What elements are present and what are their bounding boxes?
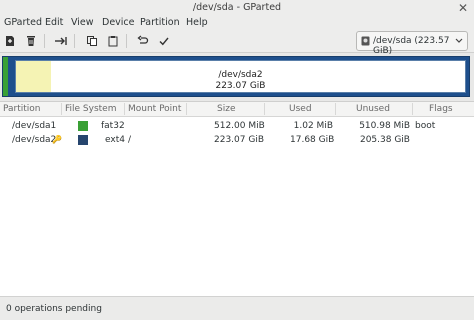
device-selector[interactable]: /dev/sda (223.57 GiB) xyxy=(356,31,468,56)
cell-flags: boot xyxy=(415,121,436,131)
delete-icon xyxy=(27,36,35,46)
key-icon: 🔑 xyxy=(52,135,62,144)
paste-button[interactable] xyxy=(104,32,122,50)
new-partition-button[interactable] xyxy=(1,32,19,50)
paste-icon xyxy=(108,36,118,47)
apply-icon xyxy=(159,37,169,46)
cell-partition: /dev/sda2 xyxy=(12,135,57,145)
filesystem-color-swatch xyxy=(78,121,88,131)
menu-edit[interactable]: Edit xyxy=(45,17,63,28)
cell-mountpoint: / xyxy=(128,135,132,145)
column-divider xyxy=(412,103,413,115)
partition-sda1-block[interactable] xyxy=(3,57,8,96)
title-bar: /dev/sda - GParted ✕ xyxy=(0,0,474,17)
visual-partition-name: /dev/sda2 xyxy=(218,70,263,80)
menu-view[interactable]: View xyxy=(71,17,94,28)
cell-partition: /dev/sda1 xyxy=(12,121,57,131)
cell-filesystem: fat32 xyxy=(101,121,125,131)
toolbar-separator xyxy=(126,34,127,48)
menu-bar: GParted Edit View Device Partition Help xyxy=(0,16,474,30)
col-size[interactable]: Size xyxy=(217,104,235,114)
disk-visual-map: /dev/sda2 223.07 GiB xyxy=(0,55,474,100)
menu-help[interactable]: Help xyxy=(186,17,208,28)
copy-button[interactable] xyxy=(83,32,101,50)
close-icon[interactable]: ✕ xyxy=(458,0,468,16)
disk-icon xyxy=(361,36,370,49)
disk-frame: /dev/sda2 223.07 GiB xyxy=(2,56,470,97)
toolbar-separator xyxy=(44,34,45,48)
cell-filesystem: ext4 xyxy=(105,135,125,145)
column-divider xyxy=(61,103,62,115)
col-filesystem[interactable]: File System xyxy=(65,104,116,114)
resize-move-icon xyxy=(55,37,67,45)
filesystem-color-swatch xyxy=(78,135,88,145)
cell-unused: 205.38 GiB xyxy=(359,135,410,145)
column-divider xyxy=(264,103,265,115)
undo-icon xyxy=(137,35,149,44)
col-used[interactable]: Used xyxy=(289,104,312,114)
partition-sda2-block[interactable]: /dev/sda2 223.07 GiB xyxy=(15,60,466,93)
menu-gparted[interactable]: GParted xyxy=(4,17,42,28)
column-divider xyxy=(335,103,336,115)
cell-used: 17.68 GiB xyxy=(290,135,335,145)
table-row[interactable]: /dev/sda1 fat32 512.00 MiB 1.02 MiB 510.… xyxy=(0,119,474,133)
column-divider xyxy=(186,103,187,115)
toolbar-separator xyxy=(74,34,75,48)
undo-button[interactable] xyxy=(134,32,152,50)
status-text: 0 operations pending xyxy=(6,304,102,314)
cell-unused: 510.98 MiB xyxy=(359,121,410,131)
col-mountpoint[interactable]: Mount Point xyxy=(128,104,181,114)
copy-icon xyxy=(87,36,97,46)
table-row[interactable]: /dev/sda2 🔑 ext4 / 223.07 GiB 17.68 GiB … xyxy=(0,133,474,147)
col-unused[interactable]: Unused xyxy=(356,104,390,114)
apply-button[interactable] xyxy=(155,32,173,50)
visual-partition-size: 223.07 GiB xyxy=(215,81,266,91)
partition-table: Partition File System Mount Point Size U… xyxy=(0,101,474,297)
chevron-down-icon xyxy=(455,37,463,47)
menu-partition[interactable]: Partition xyxy=(140,17,180,28)
col-partition[interactable]: Partition xyxy=(3,104,41,114)
cell-size: 512.00 MiB xyxy=(214,121,265,131)
resize-move-button[interactable] xyxy=(52,32,70,50)
menu-device[interactable]: Device xyxy=(102,17,135,28)
column-divider xyxy=(124,103,125,115)
delete-partition-button[interactable] xyxy=(22,32,40,50)
window-title: /dev/sda - GParted xyxy=(192,2,282,13)
cell-used: 1.02 MiB xyxy=(293,121,333,131)
new-icon xyxy=(6,36,14,46)
toolbar: /dev/sda (223.57 GiB) xyxy=(0,30,474,56)
col-flags[interactable]: Flags xyxy=(429,104,453,114)
partition-sda2-visual-label: /dev/sda2 223.07 GiB xyxy=(16,70,465,92)
device-selector-label: /dev/sda (223.57 GiB) xyxy=(373,36,450,56)
cell-size: 223.07 GiB xyxy=(214,135,265,145)
status-bar: 0 operations pending xyxy=(0,296,474,320)
table-header: Partition File System Mount Point Size U… xyxy=(0,102,474,117)
